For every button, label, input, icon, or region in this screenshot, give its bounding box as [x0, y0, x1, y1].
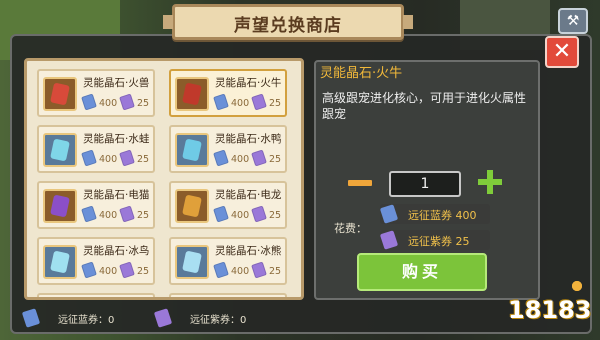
item-name: 灵能晶石·电龙 — [215, 189, 282, 201]
item-name: 灵能晶石·冰鸟 — [83, 245, 150, 257]
blue-ticket-icon — [81, 149, 97, 167]
crystal-icon — [175, 77, 209, 111]
purple-price: 25 — [269, 266, 282, 277]
crystal-icon — [175, 245, 209, 279]
purple-ticket-icon — [251, 261, 267, 279]
blue-price: 400 — [99, 210, 118, 221]
purple-ticket-icon — [251, 93, 267, 111]
banner-right-flag — [403, 15, 413, 29]
blue-price: 400 — [99, 266, 118, 277]
purple-price: 25 — [137, 210, 150, 221]
title-banner: 声望兑换商店 — [163, 4, 413, 40]
banner-left-flag — [163, 15, 173, 29]
cost-label: 花费： — [334, 222, 367, 235]
purple-price: 25 — [269, 210, 282, 221]
blue-ticket-icon — [379, 204, 399, 224]
currency-footer: 远征蓝券：0 远征紫券：0 — [18, 308, 308, 330]
crystal-icon — [43, 245, 77, 279]
item-name: 灵能晶石·水蛙 — [83, 133, 150, 145]
purple-ticket-icon — [119, 205, 135, 223]
electric-dragon-crystal-icon — [182, 194, 202, 218]
shop-item[interactable]: 灵能晶石·电猫 400 25 — [37, 181, 155, 229]
blue-price: 400 — [231, 266, 250, 277]
purple-ticket-icon — [251, 149, 267, 167]
item-name: 灵能晶石·火兽 — [83, 77, 150, 89]
watermark-logo: 18183 — [508, 296, 592, 324]
item-name: 灵能晶石·冰熊 — [215, 245, 282, 257]
detail-title: 灵能晶石·火牛 — [320, 66, 403, 81]
blue-price: 400 — [231, 98, 250, 109]
purple-price: 25 — [269, 98, 282, 109]
ice-bird-crystal-icon — [50, 250, 70, 274]
purple-price: 25 — [137, 154, 150, 165]
crystal-icon — [43, 77, 77, 111]
shop-item-partial[interactable] — [37, 293, 155, 297]
purple-price: 25 — [137, 98, 150, 109]
purple-ticket-icon — [379, 230, 399, 250]
blue-price: 400 — [99, 98, 118, 109]
cost-purple-text: 远征紫券 25 — [408, 235, 470, 248]
shop-item[interactable]: 灵能晶石·水鸭 400 25 — [169, 125, 287, 173]
watermark-sun-icon — [564, 276, 590, 296]
shop-item-selected[interactable]: 灵能晶石·火牛 400 25 — [169, 69, 287, 117]
crystal-icon — [43, 189, 77, 223]
shop-item[interactable]: 灵能晶石·电龙 400 25 — [169, 181, 287, 229]
purple-ticket-balance: 远征紫券：0 — [190, 315, 247, 326]
cost-blue-text: 远征蓝券 400 — [408, 209, 477, 222]
blue-ticket-icon — [213, 261, 229, 279]
blue-ticket-icon — [21, 308, 41, 328]
water-duck-crystal-icon — [182, 138, 202, 162]
ice-bear-crystal-icon — [182, 250, 202, 274]
crystal-icon — [43, 133, 77, 167]
plus-icon-vertical — [487, 170, 493, 194]
shop-item[interactable]: 灵能晶石·火兽 400 25 — [37, 69, 155, 117]
blue-ticket-icon — [213, 149, 229, 167]
blue-ticket-balance: 远征蓝券：0 — [58, 315, 115, 326]
tools-icon-button[interactable]: ⚒ — [558, 8, 588, 34]
increase-quantity-button[interactable] — [478, 170, 502, 194]
blue-ticket-icon — [213, 93, 229, 111]
decrease-quantity-button[interactable] — [348, 180, 372, 186]
shop-item[interactable]: 灵能晶石·水蛙 400 25 — [37, 125, 155, 173]
item-name: 灵能晶石·火牛 — [215, 77, 282, 89]
purple-ticket-icon — [119, 149, 135, 167]
shop-item-partial[interactable] — [169, 293, 287, 297]
purple-ticket-icon — [153, 308, 173, 328]
quantity-input[interactable]: 1 — [389, 171, 461, 197]
purple-price: 25 — [137, 266, 150, 277]
blue-ticket-icon — [81, 205, 97, 223]
fire-bull-crystal-icon — [182, 82, 202, 106]
water-frog-crystal-icon — [50, 138, 70, 162]
cost-purple-row: 远征紫券 25 — [379, 230, 490, 250]
purple-ticket-icon — [251, 205, 267, 223]
crystal-icon — [175, 189, 209, 223]
blue-price: 400 — [231, 210, 250, 221]
buy-button[interactable]: 购买 — [357, 253, 487, 291]
blue-price: 400 — [231, 154, 250, 165]
electric-cat-crystal-icon — [50, 194, 70, 218]
item-name: 灵能晶石·水鸭 — [215, 133, 282, 145]
shop-item[interactable]: 灵能晶石·冰熊 400 25 — [169, 237, 287, 285]
blue-ticket-icon — [81, 93, 97, 111]
blue-ticket-icon — [81, 261, 97, 279]
blue-price: 400 — [99, 154, 118, 165]
purple-ticket-icon — [119, 261, 135, 279]
purple-price: 25 — [269, 154, 282, 165]
fire-beast-crystal-icon — [50, 82, 70, 106]
cost-blue-row: 远征蓝券 400 — [379, 204, 490, 224]
close-button[interactable]: ✕ — [545, 36, 579, 68]
item-list-panel: 灵能晶石·火兽 400 25 灵能晶石·火牛 400 25 灵能晶石·水蛙 40… — [24, 58, 304, 300]
purple-ticket-icon — [119, 93, 135, 111]
shop-item[interactable]: 灵能晶石·冰鸟 400 25 — [37, 237, 155, 285]
blue-ticket-icon — [213, 205, 229, 223]
item-name: 灵能晶石·电猫 — [83, 189, 150, 201]
shop-title: 声望兑换商店 — [234, 16, 342, 36]
detail-description: 高级跟宠进化核心，可用于进化火属性跟宠 — [322, 91, 527, 121]
crystal-icon — [175, 133, 209, 167]
